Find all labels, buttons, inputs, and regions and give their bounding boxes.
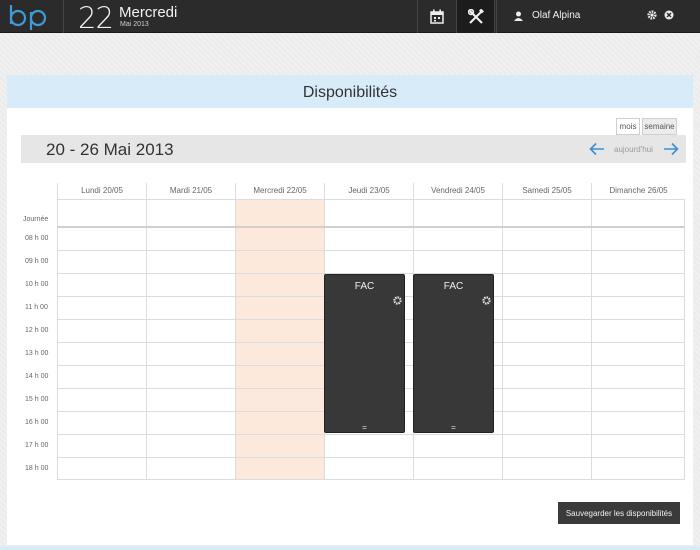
day-header: Lundi 20/05 bbox=[57, 183, 146, 200]
user-icon bbox=[514, 11, 523, 21]
day-header: Mercredi 22/05 bbox=[235, 183, 324, 200]
next-week-arrow-icon[interactable] bbox=[663, 142, 679, 156]
day-column[interactable] bbox=[591, 200, 684, 480]
week-view-button[interactable]: semaine bbox=[642, 118, 677, 135]
hour-label: 13 h 00 bbox=[25, 350, 49, 357]
date-range-title: 20 - 26 Mai 2013 bbox=[46, 140, 174, 159]
page-title: Disponibilités bbox=[302, 84, 398, 101]
current-month-year: Mai 2013 bbox=[120, 21, 149, 28]
hour-label: 08 h 00 bbox=[25, 235, 49, 242]
top-bar: 22 Mercredi Mai 2013 Olaf Alpina bbox=[0, 0, 700, 35]
day-header: Vendredi 24/05 bbox=[413, 183, 502, 200]
current-weekday: Mercredi bbox=[119, 4, 178, 21]
hour-line bbox=[57, 250, 685, 251]
bottom-strip bbox=[0, 546, 700, 550]
availability-event[interactable]: FAC = bbox=[413, 274, 494, 433]
grid-divider bbox=[57, 226, 685, 228]
event-settings-gear-icon[interactable] bbox=[482, 296, 491, 305]
settings-gear-icon[interactable] bbox=[647, 10, 657, 20]
day-header: Jeudi 23/05 bbox=[324, 183, 413, 200]
event-title: FAC bbox=[443, 281, 464, 292]
save-availability-button[interactable]: Sauvegarder les disponibilités bbox=[558, 502, 680, 524]
calendar-icon bbox=[430, 9, 444, 24]
grid-border bbox=[684, 200, 685, 480]
day-column[interactable] bbox=[502, 200, 591, 480]
week-calendar-grid: Lundi 20/05 Mardi 21/05 Mercredi 22/05 J… bbox=[21, 183, 685, 480]
all-day-label: Journée bbox=[23, 216, 49, 223]
hour-label: 18 h 00 bbox=[25, 465, 49, 472]
month-view-button[interactable]: mois bbox=[616, 118, 640, 135]
logout-close-icon[interactable] bbox=[664, 10, 674, 20]
hour-line bbox=[57, 457, 685, 458]
day-header: Samedi 25/05 bbox=[502, 183, 591, 200]
event-settings-gear-icon[interactable] bbox=[393, 296, 402, 305]
hour-label: 10 h 00 bbox=[25, 281, 49, 288]
day-header: Mardi 21/05 bbox=[146, 183, 235, 200]
app-logo[interactable] bbox=[0, 0, 64, 33]
user-area: Olaf Alpina bbox=[496, 0, 700, 33]
current-day-number: 22 bbox=[78, 1, 114, 35]
day-column-today[interactable] bbox=[235, 200, 324, 480]
day-header: Dimanche 26/05 bbox=[591, 183, 685, 200]
hour-label: 12 h 00 bbox=[25, 327, 49, 334]
today-link[interactable]: aujourd'hui bbox=[614, 145, 653, 154]
day-column[interactable] bbox=[146, 200, 235, 480]
grid-border bbox=[57, 479, 685, 480]
hour-label: 16 h 00 bbox=[25, 419, 49, 426]
tools-button[interactable] bbox=[456, 0, 495, 33]
panel-header: Disponibilités bbox=[7, 75, 693, 108]
resize-handle-icon[interactable]: = bbox=[362, 424, 367, 432]
hour-label: 14 h 00 bbox=[25, 373, 49, 380]
tools-icon bbox=[467, 8, 484, 24]
resize-handle-icon[interactable]: = bbox=[451, 424, 456, 432]
date-range-bar: 20 - 26 Mai 2013 aujourd'hui bbox=[21, 135, 686, 163]
hour-label: 17 h 00 bbox=[25, 442, 49, 449]
availability-event[interactable]: FAC = bbox=[324, 274, 405, 433]
day-column[interactable] bbox=[57, 200, 146, 480]
hour-label: 15 h 00 bbox=[25, 396, 49, 403]
hour-label: 09 h 00 bbox=[25, 258, 49, 265]
availability-panel: Disponibilités mois semaine 20 - 26 Mai … bbox=[7, 75, 693, 545]
calendar-button[interactable] bbox=[417, 0, 456, 33]
hour-line bbox=[57, 434, 685, 435]
previous-week-arrow-icon[interactable] bbox=[589, 142, 605, 156]
event-title: FAC bbox=[354, 281, 375, 292]
hour-label: 11 h 00 bbox=[25, 304, 48, 311]
user-name[interactable]: Olaf Alpina bbox=[532, 10, 580, 21]
logo-icon bbox=[9, 5, 47, 30]
